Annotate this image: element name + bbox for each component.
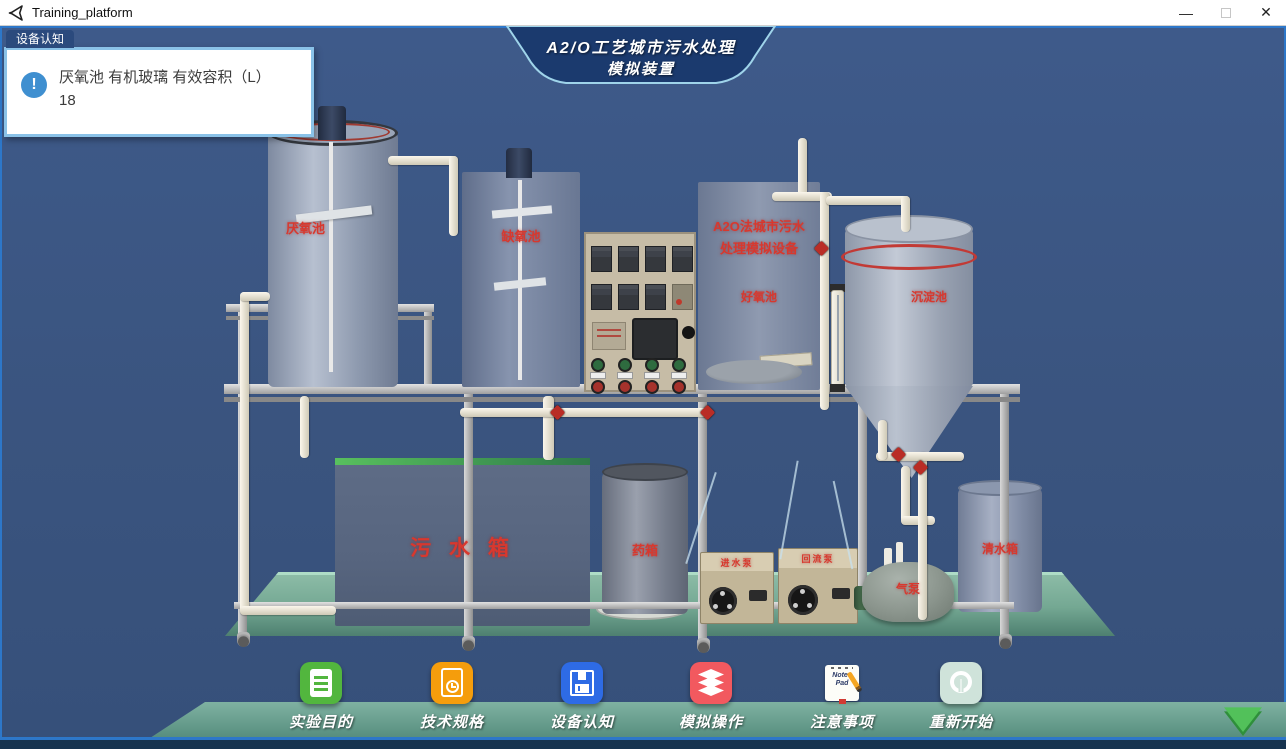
caster-wheel <box>697 638 710 653</box>
menu-item-device-cognition[interactable]: 设备认知 <box>522 662 642 736</box>
document-icon <box>300 662 342 704</box>
panel-knob[interactable] <box>682 326 695 339</box>
unity-logo-icon <box>8 5 24 21</box>
frame-leg <box>858 390 867 604</box>
menu-label: 注意事项 <box>810 711 874 732</box>
pipe <box>820 192 829 410</box>
caster-wheel <box>462 636 475 651</box>
green-button[interactable] <box>674 360 684 370</box>
anaerobic-tank[interactable] <box>268 132 398 387</box>
bottom-navy-bar <box>0 740 1286 749</box>
device-title-line2: 处理模拟设备 <box>698 238 820 257</box>
caster-wheel <box>237 632 250 647</box>
application-window: Training_platform — ✕ A2/O工艺城市污水处理 模拟装置 … <box>0 0 1286 749</box>
panel-nameplate <box>592 322 626 350</box>
red-button[interactable] <box>647 382 657 392</box>
banner-title-line2: 模拟装置 <box>505 58 777 79</box>
menu-label: 模拟操作 <box>679 711 743 732</box>
aerobic-tank-label: 好氧池 <box>698 288 820 305</box>
info-exclamation-icon: ! <box>21 72 47 98</box>
document-clock-icon <box>431 662 473 704</box>
maximize-icon <box>1221 8 1231 18</box>
pipe <box>300 396 309 458</box>
pipe <box>826 196 910 205</box>
reflux-pump-label: 回流泵 <box>778 552 858 565</box>
anoxic-tank-label: 缺氧池 <box>462 226 580 245</box>
maximize-button[interactable] <box>1206 0 1246 25</box>
flow-meter[interactable] <box>831 290 844 386</box>
pipe <box>878 420 887 460</box>
pump-display <box>749 590 767 601</box>
panel-module <box>672 284 693 310</box>
pipe <box>449 156 458 236</box>
air-pump-label: 气泵 <box>876 580 940 597</box>
sedimentation-tank[interactable] <box>845 228 973 388</box>
anaerobic-tank-label: 厌氧池 <box>286 218 325 237</box>
red-button[interactable] <box>593 382 603 392</box>
menu-item-notes[interactable]: Notes Pad 注意事项 <box>782 662 902 736</box>
close-button[interactable]: ✕ <box>1246 0 1286 25</box>
pump-display <box>832 588 850 599</box>
pipe <box>798 138 807 198</box>
control-panel[interactable] <box>584 232 696 392</box>
notepad-icon: Notes Pad <box>821 662 863 704</box>
menu-label: 重新开始 <box>929 711 993 732</box>
sedimentation-tank-label: 沉淀池 <box>893 288 965 305</box>
menu-label: 技术规格 <box>420 711 484 732</box>
pipe <box>460 408 712 417</box>
anoxic-tank[interactable] <box>462 172 580 387</box>
banner-title-line1: A2/O工艺城市污水处理 <box>505 34 777 58</box>
green-button[interactable] <box>647 360 657 370</box>
menu-item-tech-specs[interactable]: 技术规格 <box>392 662 512 736</box>
dosing-tank-label: 药箱 <box>602 540 688 559</box>
stirrer-motor <box>318 106 346 140</box>
pipe <box>240 292 270 301</box>
pipe <box>901 196 910 232</box>
green-button[interactable] <box>593 360 603 370</box>
floppy-disk-icon <box>561 662 603 704</box>
frame-leg <box>464 390 473 638</box>
layers-icon <box>690 662 732 704</box>
round-dish <box>706 360 802 384</box>
pipe <box>543 396 554 460</box>
power-icon <box>940 662 982 704</box>
red-button[interactable] <box>620 382 630 392</box>
clean-water-tank-label: 清水箱 <box>958 540 1042 557</box>
aerobic-tank[interactable] <box>698 182 820 390</box>
tooltip-value: 18 <box>59 92 76 109</box>
tooltip-text: 厌氧池 有机玻璃 有效容积（L） <box>59 66 304 87</box>
header-banner: A2/O工艺城市污水处理 模拟装置 <box>505 26 777 94</box>
green-button[interactable] <box>620 360 630 370</box>
minimize-button[interactable]: — <box>1166 0 1206 25</box>
titlebar: Training_platform — ✕ <box>0 0 1286 26</box>
menu-item-experiment-purpose[interactable]: 实验目的 <box>261 662 381 736</box>
menu-label: 设备认知 <box>550 711 614 732</box>
panel-screen <box>632 318 678 360</box>
tooltip-tab: 设备认知 <box>6 30 74 48</box>
device-info-tooltip: ! 厌氧池 有机玻璃 有效容积（L） 18 <box>4 47 314 137</box>
collapse-menu-button[interactable] <box>1222 702 1264 736</box>
pipe <box>240 292 249 614</box>
frame-leg <box>1000 390 1009 636</box>
device-title-line1: A2O法城市污水 <box>698 216 820 235</box>
menu-item-simulation-operation[interactable]: 模拟操作 <box>651 662 771 736</box>
stirrer-motor <box>506 148 532 178</box>
stirrer-shaft <box>329 142 333 372</box>
menu-label: 实验目的 <box>289 711 353 732</box>
caster-wheel <box>999 634 1012 649</box>
flowmeter-cap <box>830 384 845 392</box>
red-button[interactable] <box>674 382 684 392</box>
window-title: Training_platform <box>32 5 133 20</box>
menu-item-restart[interactable]: 重新开始 <box>901 662 1021 736</box>
pipe <box>388 156 458 165</box>
feed-pump-label: 进水泵 <box>700 556 774 569</box>
pipe <box>240 606 336 615</box>
sewage-tank-label: 污 水 箱 <box>335 532 590 562</box>
